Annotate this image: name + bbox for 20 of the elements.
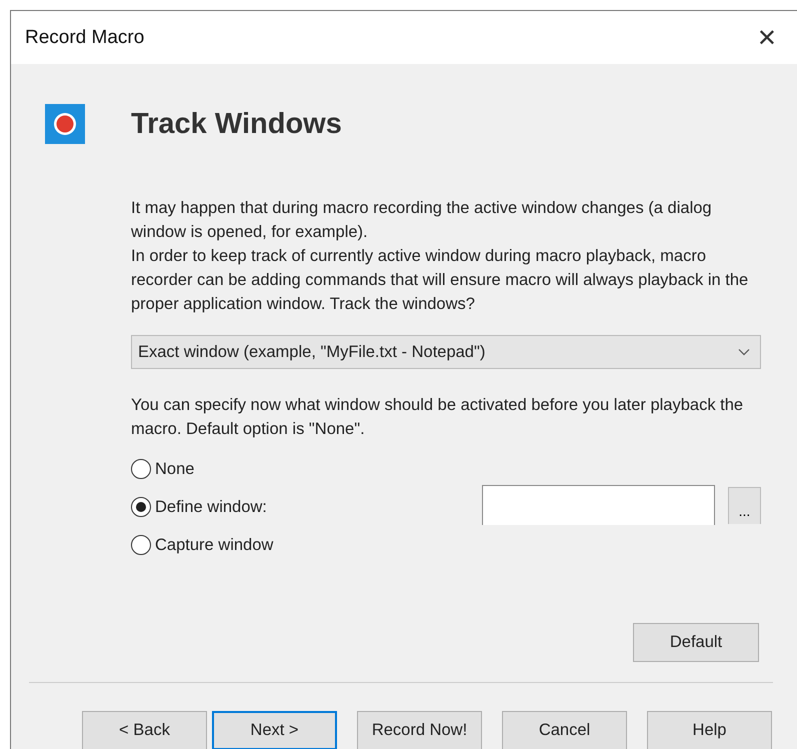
record-icon bbox=[45, 104, 85, 144]
window-name-field[interactable] bbox=[482, 485, 715, 525]
default-button[interactable]: Default bbox=[633, 623, 759, 662]
radio-option[interactable]: Define window: bbox=[131, 495, 274, 519]
description-text: It may happen that during macro recording the active window changes (a dialog window is opened, for example). bbox=[131, 198, 713, 243]
radio-option[interactable]: Capture window bbox=[131, 533, 274, 557]
dialog-button[interactable]: Next > bbox=[212, 711, 337, 749]
dialog-button[interactable]: Help bbox=[647, 711, 772, 749]
page-title: Track Windows bbox=[131, 108, 342, 140]
chevron-icon bbox=[738, 348, 750, 356]
dialog-button[interactable]: Record Now! bbox=[357, 711, 482, 749]
tracking-dropdown[interactable]: Exact window (example, "MyFile.txt - Notepad") bbox=[131, 335, 761, 369]
window-title: Record Macro bbox=[25, 26, 144, 48]
radio-option[interactable]: None bbox=[131, 457, 274, 481]
hint-text: You can specify now what window should be activated before you later playback the macro. Default option is "None". bbox=[131, 395, 744, 440]
dialog-button[interactable]: < Back bbox=[82, 711, 207, 749]
description-text: In order to keep track of currently active window during macro playback, macro recorder can be adding commands that will ensure macro will always playback in the proper application window. Track the windows? bbox=[131, 246, 750, 315]
close-button[interactable]: ✕ bbox=[736, 24, 797, 52]
browse-button[interactable]: ... bbox=[728, 487, 761, 524]
dialog-button[interactable]: Cancel bbox=[502, 711, 627, 749]
